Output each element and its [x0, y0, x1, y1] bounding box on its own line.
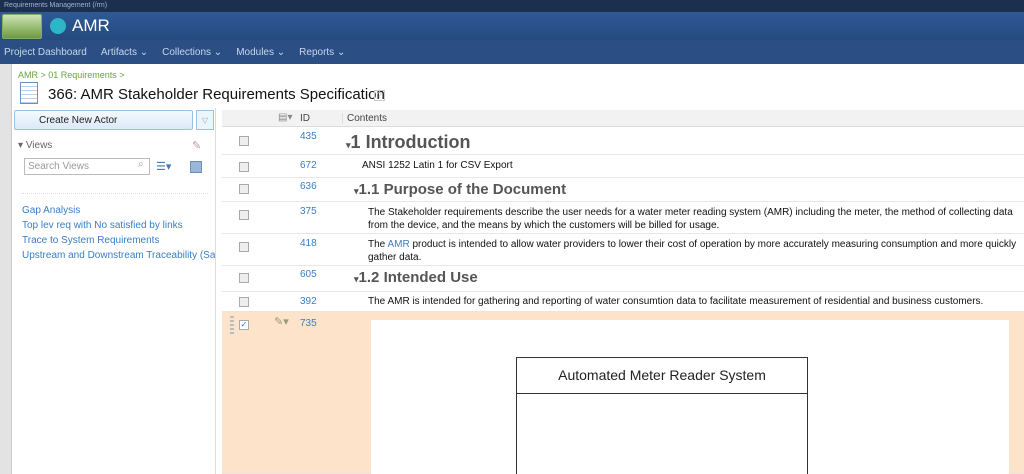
row-id[interactable]: 392	[300, 296, 317, 307]
row-id[interactable]: 672	[300, 160, 317, 171]
table-row[interactable]: 435 ▾1 Introduction	[222, 128, 1024, 155]
clear-icon[interactable]: ✎	[192, 139, 201, 152]
breadcrumb[interactable]: AMR > 01 Requirements >	[18, 70, 125, 80]
row-checkbox-checked[interactable]: ✓	[239, 320, 249, 330]
row-id[interactable]: 435	[300, 131, 317, 142]
module-icon	[20, 82, 38, 104]
row-text: The Stakeholder requirements describe th…	[368, 207, 1013, 231]
system-boundary: Automated Meter Reader System	[516, 357, 808, 474]
row-checkbox[interactable]	[239, 162, 249, 172]
divider	[22, 193, 208, 194]
row-id[interactable]: 735	[300, 318, 317, 329]
search-icon[interactable]: ⌕	[138, 159, 144, 170]
row-checkbox[interactable]	[239, 297, 249, 307]
row-id[interactable]: 605	[300, 269, 317, 280]
table-header: ▤▾ ID Contents	[222, 110, 1024, 127]
heading-text: Introduction	[365, 132, 471, 152]
row-checkbox[interactable]	[239, 273, 249, 283]
heading-text: Intended Use	[383, 269, 478, 286]
project-name: AMR	[72, 16, 110, 35]
home-menu-button[interactable]	[2, 14, 42, 39]
column-settings-icon[interactable]: ▤▾	[278, 112, 292, 123]
heading-number: 1	[350, 132, 361, 152]
row-text: The AMR is intended for gathering and re…	[368, 296, 984, 307]
sidebar-toggle-strip[interactable]	[0, 64, 12, 474]
row-text: ANSI 1252 Latin 1 for CSV Export	[362, 160, 513, 171]
search-views-input[interactable]: Search Views	[24, 158, 150, 175]
product-bar: Requirements Management (/rm)	[0, 0, 1024, 12]
create-new-actor-button[interactable]: Create New Actor	[14, 110, 193, 130]
table-row[interactable]: 375 The Stakeholder requirements describ…	[222, 202, 1024, 234]
drag-handle[interactable]	[230, 316, 234, 334]
help-icon[interactable]: ?	[374, 90, 385, 101]
project-icon	[50, 18, 66, 34]
amr-link[interactable]: AMR	[387, 239, 409, 250]
diagram-title: Automated Meter Reader System	[517, 358, 807, 394]
row-id[interactable]: 636	[300, 181, 317, 192]
row-text: The AMR product is intended to allow wat…	[368, 238, 1018, 264]
view-options-icon[interactable]: ☰▾	[156, 160, 171, 173]
table-row[interactable]: 418 The AMR product is intended to allow…	[222, 234, 1024, 266]
nav-reports[interactable]: Reports ⌄	[299, 47, 345, 58]
heading-number: 1.2	[358, 269, 380, 286]
row-checkbox[interactable]	[239, 242, 249, 252]
table-row[interactable]: 672 ANSI 1252 Latin 1 for CSV Export	[222, 155, 1024, 178]
nav-artifacts[interactable]: Artifacts ⌄	[101, 47, 148, 58]
row-checkbox[interactable]	[239, 136, 249, 146]
page-title: 366: AMR Stakeholder Requirements Specif…	[48, 86, 385, 103]
view-link[interactable]: Top lev req with No satisfied by links	[22, 220, 183, 231]
row-id[interactable]: 418	[300, 238, 317, 249]
table-row[interactable]: 605 ▾1.2 Intended Use	[222, 266, 1024, 292]
nav-bar: Project Dashboard Artifacts ⌄ Collection…	[0, 40, 1024, 64]
view-link[interactable]: Upstream and Downstream Traceability (Sa	[22, 250, 215, 261]
view-link[interactable]: Gap Analysis	[22, 205, 80, 216]
row-checkbox[interactable]	[239, 184, 249, 194]
nav-project-dashboard[interactable]: Project Dashboard	[4, 47, 87, 58]
views-label: Views	[25, 140, 53, 151]
edit-pencil-icon[interactable]: ✎▾	[274, 315, 289, 328]
create-dropdown-button[interactable]: ▽	[196, 110, 214, 130]
table-row[interactable]: 392 The AMR is intended for gathering an…	[222, 292, 1024, 312]
views-section-header[interactable]: ▾ Views	[18, 140, 52, 151]
heading-text: Purpose of the Document	[383, 181, 567, 198]
view-link[interactable]: Trace to System Requirements	[22, 235, 159, 246]
nav-collections[interactable]: Collections ⌄	[162, 47, 222, 58]
save-icon[interactable]	[190, 161, 202, 173]
text-prefix: The	[368, 239, 388, 250]
table-row[interactable]: 636 ▾1.1 Purpose of the Document	[222, 178, 1024, 202]
row-checkbox[interactable]	[239, 210, 249, 220]
row-id[interactable]: 375	[300, 206, 317, 217]
id-column-header[interactable]: ID	[300, 113, 310, 124]
app-header	[0, 12, 1024, 40]
heading-number: 1.1	[358, 181, 380, 198]
text-suffix: product is intended to allow water provi…	[368, 239, 1017, 263]
contents-column-header[interactable]: Contents	[342, 113, 387, 124]
nav-modules[interactable]: Modules ⌄	[236, 47, 285, 58]
